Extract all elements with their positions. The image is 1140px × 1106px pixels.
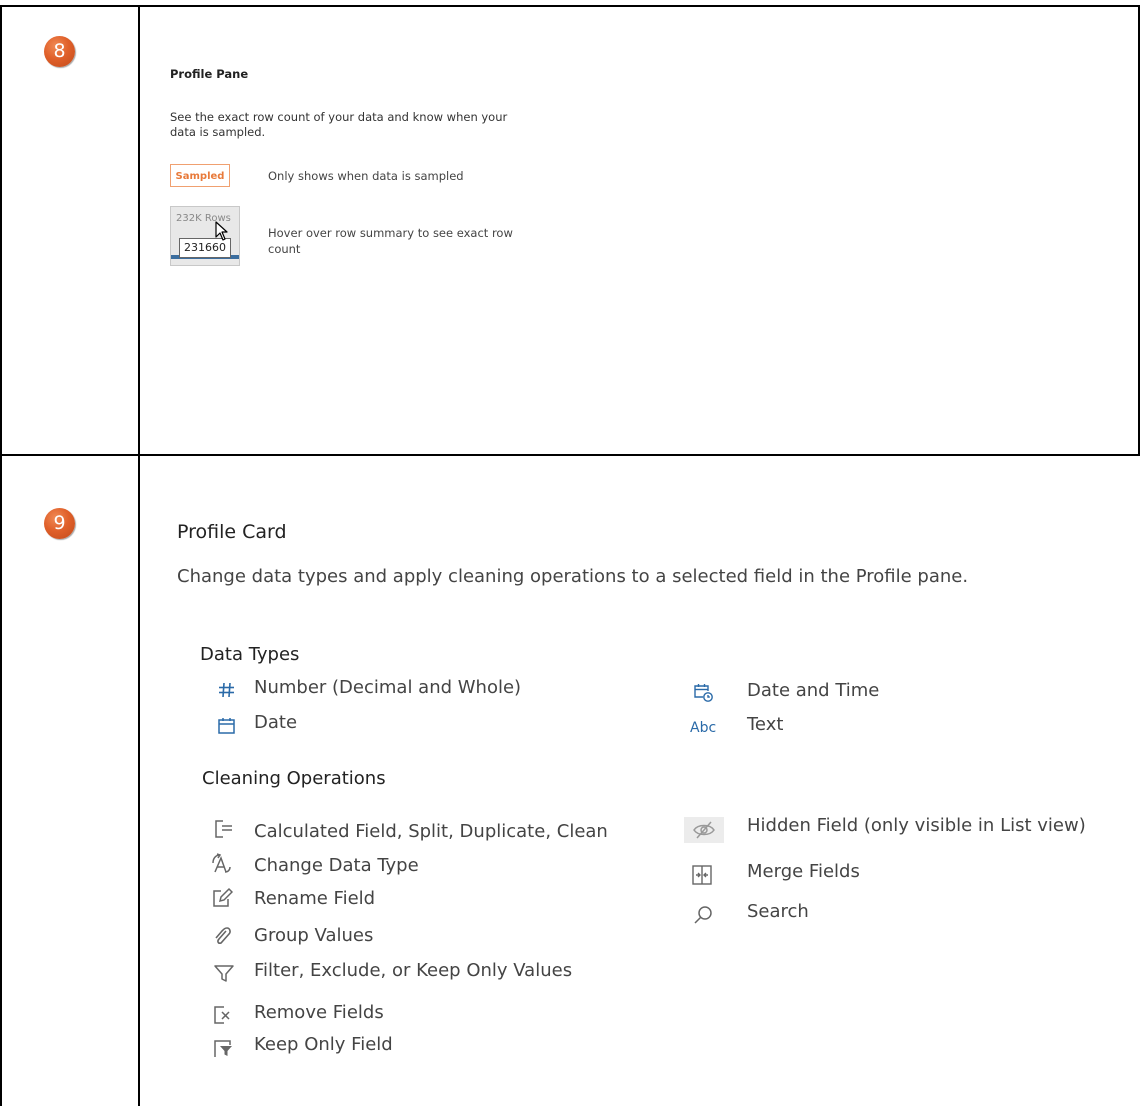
profile-pane-description-line1: See the exact row count of your data and… bbox=[170, 110, 508, 124]
cleaning-search: Search bbox=[747, 901, 809, 922]
merge-fields-icon bbox=[691, 864, 713, 886]
rename-field-icon bbox=[211, 887, 233, 909]
cleaning-calculated-field: Calculated Field, Split, Duplicate, Clea… bbox=[254, 821, 608, 842]
cleaning-merge-fields: Merge Fields bbox=[747, 861, 860, 882]
cleaning-hidden-field: Hidden Field (only visible in List view) bbox=[747, 815, 1086, 836]
data-type-text: Text bbox=[747, 714, 784, 735]
change-data-type-icon bbox=[210, 853, 232, 875]
date-icon bbox=[216, 715, 238, 737]
table-border-left bbox=[0, 5, 2, 1106]
cleaning-group-values: Group Values bbox=[254, 925, 374, 946]
profile-card-title: Profile Card bbox=[177, 521, 287, 543]
cleaning-rename-field: Rename Field bbox=[254, 888, 376, 909]
table-border-top bbox=[0, 5, 1140, 7]
sampled-badge: Sampled bbox=[170, 164, 230, 187]
search-icon bbox=[693, 904, 715, 926]
column-divider bbox=[138, 5, 140, 1106]
cleaning-change-data-type: Change Data Type bbox=[254, 855, 419, 876]
step-badge-9: 9 bbox=[44, 508, 75, 539]
sampled-note: Only shows when data is sampled bbox=[268, 169, 464, 183]
keep-only-field-icon bbox=[212, 1037, 234, 1059]
document-table: 8 Profile Pane See the exact row count o… bbox=[0, 0, 1140, 1106]
hidden-field-icon bbox=[684, 817, 724, 843]
group-values-icon bbox=[212, 925, 234, 947]
date-time-icon bbox=[692, 681, 714, 703]
data-type-number: Number (Decimal and Whole) bbox=[254, 677, 522, 698]
remove-fields-icon bbox=[212, 1004, 234, 1026]
mouse-cursor-icon bbox=[215, 221, 229, 246]
text-icon: Abc bbox=[690, 720, 717, 736]
step-badge-8: 8 bbox=[44, 36, 75, 67]
hover-note-line2: count bbox=[268, 242, 301, 256]
number-icon bbox=[216, 679, 238, 701]
hover-note-line1: Hover over row summary to see exact row bbox=[268, 226, 513, 240]
data-type-date-time: Date and Time bbox=[747, 680, 880, 701]
calculated-field-icon bbox=[213, 818, 235, 840]
data-types-heading: Data Types bbox=[200, 644, 300, 665]
cleaning-operations-heading: Cleaning Operations bbox=[202, 768, 386, 789]
cleaning-keep-only-field: Keep Only Field bbox=[254, 1034, 393, 1055]
row-summary-thumbnail: 232K Rows 231660 bbox=[170, 206, 240, 266]
data-type-date: Date bbox=[254, 712, 298, 733]
cleaning-filter-values: Filter, Exclude, or Keep Only Values bbox=[254, 960, 573, 981]
profile-card-description: Change data types and apply cleaning ope… bbox=[177, 566, 969, 587]
row-divider bbox=[0, 454, 1140, 456]
cleaning-remove-fields: Remove Fields bbox=[254, 1002, 384, 1023]
filter-icon bbox=[213, 962, 235, 984]
profile-pane-description-line2: data is sampled. bbox=[170, 125, 266, 139]
profile-pane-title: Profile Pane bbox=[170, 67, 249, 81]
